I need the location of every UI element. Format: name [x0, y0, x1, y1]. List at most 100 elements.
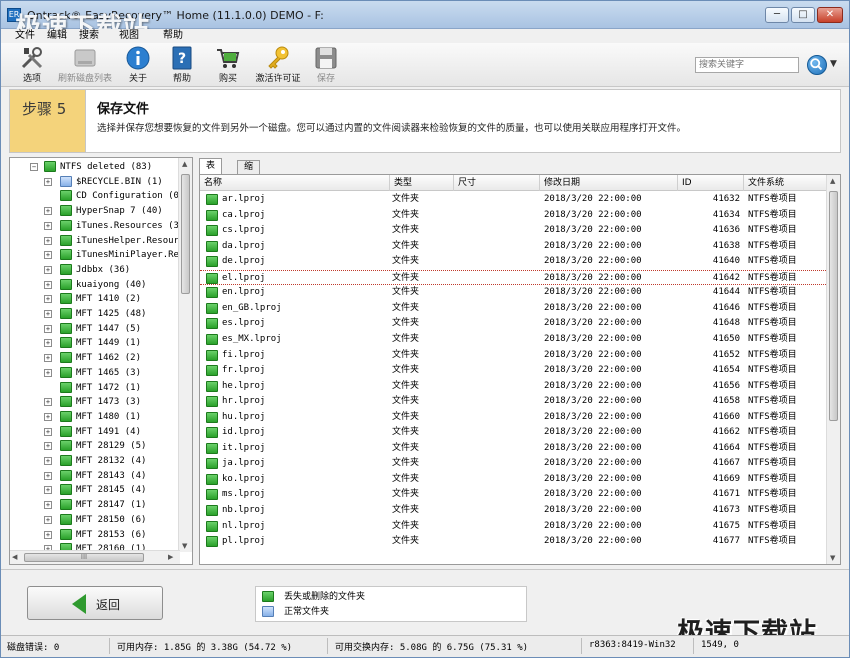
expand-icon[interactable]: +: [44, 412, 52, 421]
tree-horizontal-scrollbar[interactable]: ◀ III ▶: [10, 550, 180, 564]
refresh-disk-list-button[interactable]: 刷新磁盘列表: [57, 45, 113, 87]
maximize-button[interactable]: □: [791, 7, 815, 23]
about-button[interactable]: 关于: [115, 45, 161, 87]
tree-item[interactable]: + MFT 1480 (1): [10, 410, 180, 424]
scroll-up-arrow-icon[interactable]: ▲: [182, 160, 187, 168]
expand-icon[interactable]: +: [44, 515, 52, 524]
tree-item[interactable]: + MFT 28129 (5): [10, 439, 180, 453]
search-button[interactable]: [807, 55, 827, 75]
menu-view[interactable]: 视图: [119, 29, 139, 43]
column-size[interactable]: 尺寸: [454, 175, 540, 191]
tree-item[interactable]: + MFT 28150 (6): [10, 513, 180, 527]
expand-icon[interactable]: +: [44, 471, 52, 480]
tree-item[interactable]: + MFT 28145 (4): [10, 483, 180, 497]
options-button[interactable]: 选项: [9, 45, 55, 87]
minimize-button[interactable]: ─: [765, 7, 789, 23]
menu-file[interactable]: 文件: [15, 29, 35, 43]
expand-icon[interactable]: +: [44, 221, 52, 230]
menu-search[interactable]: 搜索: [79, 29, 99, 43]
expand-icon[interactable]: +: [44, 398, 52, 407]
table-row[interactable]: de.lproj 文件夹 2018/3/20 22:00:00 41640 NTFS卷项…: [200, 254, 828, 270]
table-row[interactable]: nl.lproj 文件夹 2018/3/20 22:00:00 41675 NTFS卷项…: [200, 519, 828, 535]
table-row[interactable]: ja.lproj 文件夹 2018/3/20 22:00:00 41667 NTFS卷项…: [200, 456, 828, 472]
column-id[interactable]: ID: [678, 175, 744, 191]
tree-vertical-scrollbar[interactable]: ▲ ▼: [178, 158, 192, 552]
tree-scroll-thumb[interactable]: [181, 174, 190, 294]
expand-icon[interactable]: +: [44, 501, 52, 510]
list-vertical-scrollbar[interactable]: ▲ ▼: [826, 175, 840, 564]
expand-icon[interactable]: +: [44, 295, 52, 304]
table-row[interactable]: fr.lproj 文件夹 2018/3/20 22:00:00 41654 NTFS卷项…: [200, 363, 828, 379]
title-bar[interactable]: ER Ontrack® EasyRecovery™ Home (11.1.0.0…: [1, 1, 849, 43]
table-row[interactable]: cs.lproj 文件夹 2018/3/20 22:00:00 41636 NTFS卷项…: [200, 223, 828, 239]
table-row[interactable]: fi.lproj 文件夹 2018/3/20 22:00:00 41652 NTFS卷项…: [200, 348, 828, 364]
tree-item[interactable]: + MFT 1465 (3): [10, 366, 180, 380]
expand-icon[interactable]: +: [44, 310, 52, 318]
expand-icon[interactable]: +: [44, 207, 52, 216]
table-row[interactable]: nb.lproj 文件夹 2018/3/20 22:00:00 41673 NTFS卷项…: [200, 503, 828, 519]
tree-hscroll-thumb[interactable]: III: [24, 553, 144, 562]
table-row[interactable]: it.lproj 文件夹 2018/3/20 22:00:00 41664 NTFS卷项…: [200, 441, 828, 457]
expand-icon[interactable]: +: [44, 427, 52, 436]
help-button[interactable]: ? 帮助: [159, 45, 205, 87]
scroll-right-arrow-icon[interactable]: ▶: [168, 553, 173, 561]
search-options-dropdown[interactable]: ▼: [830, 59, 837, 69]
tab-thumbnails[interactable]: 缩略图: [237, 160, 261, 198]
tree-root[interactable]: − NTFS deleted (83): [10, 160, 180, 174]
scroll-down-arrow-icon[interactable]: ▼: [182, 542, 187, 550]
scroll-up-arrow-icon[interactable]: ▲: [830, 177, 835, 185]
tree-item[interactable]: + MFT 28132 (4): [10, 454, 180, 468]
menu-edit[interactable]: 编辑: [47, 29, 67, 43]
table-row[interactable]: es_MX.lproj 文件夹 2018/3/20 22:00:00 41650 NTF…: [200, 332, 828, 348]
tree-item[interactable]: + iTunesMiniPlayer.Reso: [10, 248, 190, 262]
scroll-down-arrow-icon[interactable]: ▼: [830, 554, 835, 562]
table-row[interactable]: he.lproj 文件夹 2018/3/20 22:00:00 41656 NTFS卷项…: [200, 379, 828, 395]
expand-icon[interactable]: +: [44, 236, 52, 245]
column-name[interactable]: 名称: [200, 175, 390, 191]
menu-help[interactable]: 帮助: [163, 29, 183, 43]
tree-item[interactable]: + MFT 1462 (2): [10, 351, 180, 365]
tree-item[interactable]: + MFT 1473 (3): [10, 395, 180, 409]
scroll-left-arrow-icon[interactable]: ◀: [12, 553, 17, 561]
expand-icon[interactable]: +: [44, 530, 52, 539]
expand-icon[interactable]: +: [44, 339, 52, 348]
buy-button[interactable]: 购买: [205, 45, 251, 87]
table-row[interactable]: id.lproj 文件夹 2018/3/20 22:00:00 41662 NTFS卷项…: [200, 425, 828, 441]
column-type[interactable]: 类型: [390, 175, 454, 191]
table-row[interactable]: pl.lproj 文件夹 2018/3/20 22:00:00 41677 NTFS卷项…: [200, 534, 828, 550]
expand-icon[interactable]: +: [44, 324, 52, 333]
tree-item[interactable]: MFT 1472 (1): [10, 381, 180, 395]
tree-item[interactable]: + MFT 28153 (6): [10, 528, 180, 542]
tree-item[interactable]: + HyperSnap 7 (40): [10, 204, 180, 218]
close-button[interactable]: ✕: [817, 7, 843, 23]
expand-icon[interactable]: +: [44, 486, 52, 495]
table-row[interactable]: da.lproj 文件夹 2018/3/20 22:00:00 41638 NTFS卷项…: [200, 239, 828, 255]
expand-icon[interactable]: +: [44, 177, 52, 186]
table-row[interactable]: es.lproj 文件夹 2018/3/20 22:00:00 41648 NTFS卷项…: [200, 316, 828, 332]
tree-item[interactable]: + iTunes.Resources (35): [10, 219, 190, 233]
table-row[interactable]: ca.lproj 文件夹 2018/3/20 22:00:00 41634 NTFS卷项…: [200, 208, 828, 224]
tree-item[interactable]: + MFT 1410 (2): [10, 292, 180, 306]
column-filesystem[interactable]: 文件系统: [744, 175, 828, 191]
table-row[interactable]: en_GB.lproj 文件夹 2018/3/20 22:00:00 41646 NTF…: [200, 301, 828, 317]
expand-icon[interactable]: +: [44, 251, 52, 260]
expand-icon[interactable]: +: [44, 265, 52, 274]
table-row[interactable]: hr.lproj 文件夹 2018/3/20 22:00:00 41658 NTFS卷项…: [200, 394, 828, 410]
tab-table[interactable]: 表: [199, 158, 223, 174]
collapse-icon[interactable]: −: [30, 163, 38, 171]
table-row[interactable]: en.lproj 文件夹 2018/3/20 22:00:00 41644 NTFS卷项…: [200, 285, 828, 301]
tree-item[interactable]: + MFT 1449 (1): [10, 336, 180, 350]
expand-icon[interactable]: +: [44, 280, 52, 289]
expand-icon[interactable]: +: [44, 368, 52, 377]
file-list[interactable]: 名称 类型 尺寸 修改日期 ID 文件系统 ar.lproj 文件夹 2018/3/…: [199, 174, 841, 565]
tree-item[interactable]: CD Configuration (0): [10, 189, 184, 203]
table-row[interactable]: ar.lproj 文件夹 2018/3/20 22:00:00 41632 NTFS卷项…: [200, 192, 828, 208]
expand-icon[interactable]: +: [44, 457, 52, 465]
tree-item[interactable]: + MFT 1425 (48): [10, 307, 180, 321]
activate-license-button[interactable]: 激活许可证: [253, 45, 303, 87]
tree-item[interactable]: + MFT 1447 (5): [10, 322, 180, 336]
tree-item[interactable]: + MFT 28143 (4): [10, 469, 180, 483]
tree-item[interactable]: + $RECYCLE.BIN (1): [10, 175, 180, 189]
tree-item[interactable]: + iTunesHelper.Resource: [10, 234, 190, 248]
save-button[interactable]: 保存: [303, 45, 349, 87]
